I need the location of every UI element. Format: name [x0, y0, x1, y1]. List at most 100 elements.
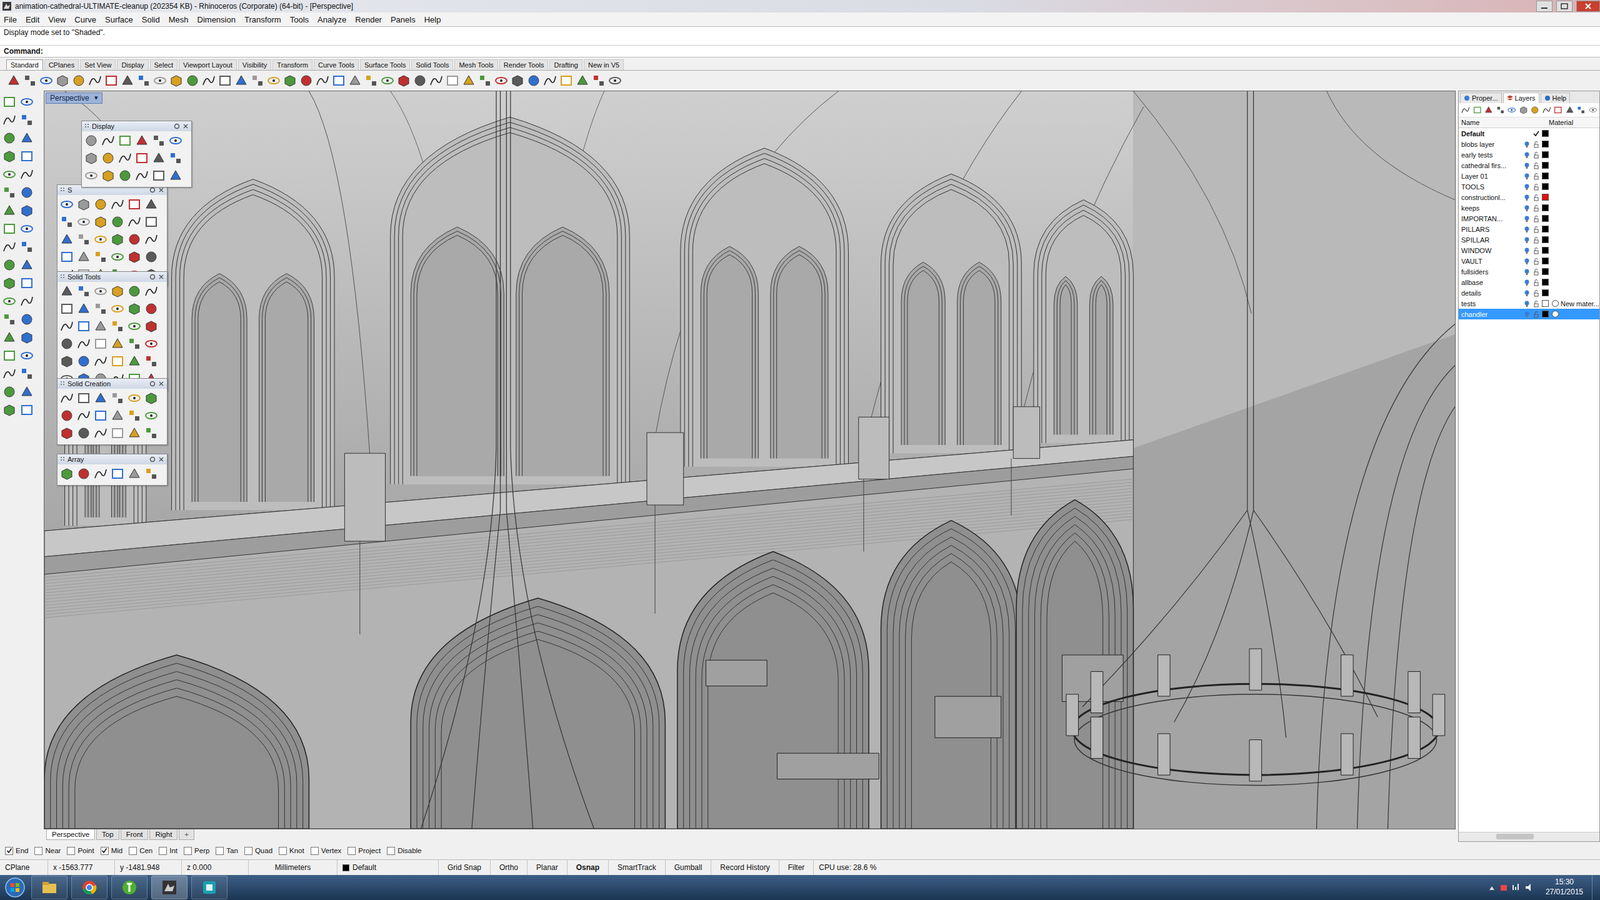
- status-toggle[interactable]: Filter: [779, 860, 815, 875]
- tool-icon[interactable]: [19, 185, 35, 200]
- viewport-label[interactable]: Perspective▾: [45, 92, 103, 104]
- cplane-label[interactable]: CPlane: [0, 860, 49, 875]
- tool-icon[interactable]: [363, 73, 379, 89]
- tool-icon[interactable]: [126, 231, 142, 247]
- tool-icon[interactable]: [19, 293, 35, 309]
- layer-color-swatch[interactable]: [1541, 151, 1549, 159]
- menu-item[interactable]: Surface: [105, 15, 134, 25]
- tool-icon[interactable]: [282, 73, 298, 89]
- osnap-checkbox[interactable]: Near: [34, 846, 61, 855]
- menu-item[interactable]: View: [48, 15, 66, 25]
- layer-color-swatch[interactable]: [1541, 172, 1549, 180]
- tool-icon[interactable]: [134, 150, 150, 166]
- tool-icon[interactable]: [347, 73, 363, 89]
- layer-color-swatch[interactable]: [1541, 140, 1549, 148]
- tool-icon[interactable]: [110, 318, 125, 334]
- tool-icon[interactable]: [76, 425, 92, 441]
- tool-icon[interactable]: [110, 466, 125, 482]
- unlocked-icon[interactable]: [1532, 204, 1540, 212]
- checkbox[interactable]: [128, 846, 137, 855]
- osnap-checkbox[interactable]: Point: [66, 846, 94, 855]
- tool-icon[interactable]: [19, 402, 35, 418]
- tool-icon[interactable]: [1, 221, 17, 237]
- layer-color-swatch[interactable]: [1541, 236, 1549, 244]
- layer-name[interactable]: constructionl...: [1461, 193, 1519, 202]
- horizontal-scrollbar[interactable]: [1458, 831, 1600, 842]
- tool-icon[interactable]: [76, 231, 92, 247]
- layer-tool-icon[interactable]: [1495, 105, 1506, 115]
- layer-tool-icon[interactable]: [1565, 105, 1575, 115]
- layer-tool-icon[interactable]: [1472, 105, 1483, 115]
- layer-color-swatch[interactable]: [1541, 161, 1549, 169]
- tool-icon[interactable]: [19, 366, 35, 382]
- tool-icon[interactable]: [1, 384, 17, 400]
- tool-icon[interactable]: [110, 408, 125, 424]
- tool-icon[interactable]: [59, 231, 75, 247]
- tool-icon[interactable]: [185, 73, 200, 89]
- tool-icon[interactable]: [1, 112, 17, 128]
- layer-tool-icon[interactable]: [1576, 105, 1587, 115]
- layer-row[interactable]: cathedral firs...: [1458, 160, 1600, 171]
- bulb-icon[interactable]: [1523, 289, 1531, 297]
- tool-icon[interactable]: [143, 425, 159, 441]
- checkbox[interactable]: [66, 846, 75, 855]
- bulb-icon[interactable]: [1523, 215, 1531, 223]
- floating-toolbar-title[interactable]: Solid Tools: [57, 271, 167, 282]
- close-icon[interactable]: [1576, 0, 1600, 12]
- system-tray-icon[interactable]: [1486, 881, 1537, 894]
- layer-color-swatch[interactable]: [1541, 300, 1549, 307]
- tool-icon[interactable]: [93, 353, 109, 369]
- tool-icon[interactable]: [445, 73, 460, 89]
- viewport-tab[interactable]: Top: [96, 829, 120, 840]
- grip-icon[interactable]: [60, 456, 65, 463]
- bulb-icon[interactable]: [1523, 236, 1531, 244]
- bulb-icon[interactable]: [1523, 257, 1531, 265]
- layer-color-swatch[interactable]: [1541, 225, 1549, 233]
- gear-icon[interactable]: [149, 380, 156, 387]
- tool-icon[interactable]: [143, 466, 159, 482]
- checkbox[interactable]: [215, 846, 224, 855]
- floating-toolbar-title[interactable]: Solid Creation: [57, 378, 167, 389]
- status-toggle[interactable]: Gumball: [665, 860, 712, 875]
- viewport-tab[interactable]: Right: [149, 829, 178, 840]
- layer-row[interactable]: SPILLAR: [1458, 234, 1600, 245]
- checkbox[interactable]: [278, 846, 287, 855]
- layer-tool-icon[interactable]: [1506, 105, 1517, 115]
- taskbar-app[interactable]: [151, 875, 188, 900]
- layer-color-swatch[interactable]: [1541, 246, 1549, 254]
- tool-icon[interactable]: [1, 239, 17, 255]
- tool-icon[interactable]: [1, 366, 17, 382]
- tool-icon[interactable]: [110, 336, 125, 352]
- toolbar-tab[interactable]: Display: [116, 59, 149, 70]
- status-toggle[interactable]: Osnap: [567, 860, 609, 875]
- layer-color-swatch[interactable]: [1541, 289, 1549, 297]
- layer-row[interactable]: Layer 01: [1458, 170, 1600, 182]
- checkbox[interactable]: [100, 846, 109, 855]
- layer-name[interactable]: keeps: [1461, 204, 1519, 212]
- tool-icon[interactable]: [1, 130, 17, 146]
- tool-icon[interactable]: [126, 353, 142, 369]
- layer-color-swatch[interactable]: [1541, 183, 1549, 190]
- tool-icon[interactable]: [93, 214, 109, 230]
- toolbar-tab[interactable]: Curve Tools: [313, 59, 359, 70]
- unlocked-icon[interactable]: [1532, 257, 1540, 265]
- tool-icon[interactable]: [93, 231, 109, 247]
- status-toggle[interactable]: Grid Snap: [438, 860, 491, 875]
- floating-toolbar-title[interactable]: Array: [57, 454, 167, 465]
- checkbox[interactable]: [158, 846, 167, 855]
- checkbox[interactable]: [183, 846, 192, 855]
- close-icon[interactable]: [158, 380, 165, 387]
- tool-icon[interactable]: [76, 390, 92, 406]
- unlocked-icon[interactable]: [1532, 278, 1540, 287]
- taskbar-app[interactable]: [191, 875, 228, 900]
- tool-icon[interactable]: [126, 425, 142, 441]
- close-icon[interactable]: [158, 186, 165, 194]
- tool-icon[interactable]: [412, 73, 428, 89]
- toolbar-tab[interactable]: Select: [150, 59, 179, 70]
- tool-icon[interactable]: [575, 73, 590, 89]
- tool-icon[interactable]: [217, 73, 233, 89]
- tool-icon[interactable]: [110, 425, 125, 441]
- layer-tool-icon[interactable]: [1588, 105, 1599, 115]
- floating-toolbar[interactable]: Solid Tools: [56, 271, 168, 391]
- tool-icon[interactable]: [152, 73, 168, 89]
